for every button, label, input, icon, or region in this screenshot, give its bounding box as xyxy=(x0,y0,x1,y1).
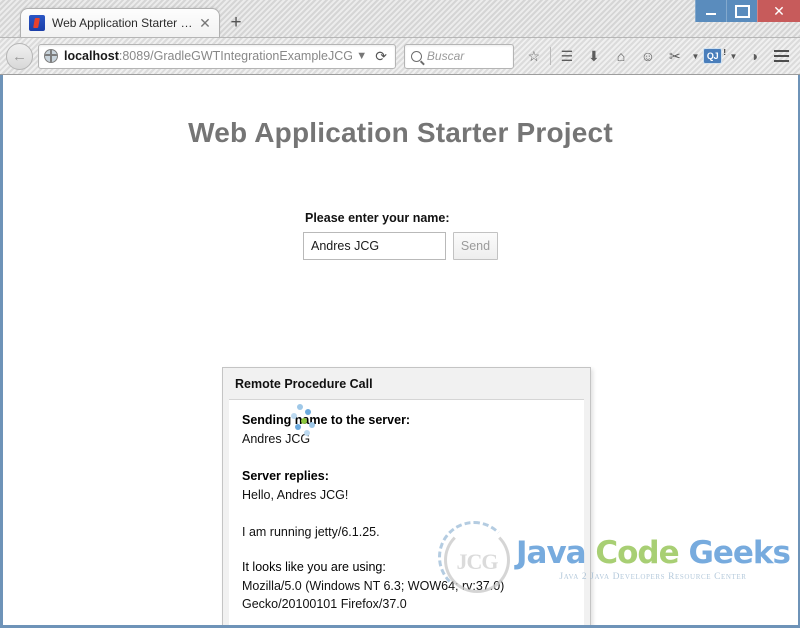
page-viewport: Web Application Starter Project Please e… xyxy=(3,75,798,625)
bookmark-star-icon[interactable]: ☆ xyxy=(521,43,547,69)
title-bar: Web Application Starter Pr... ✕ + ✕ xyxy=(0,0,800,38)
rpc-dialog: Remote Procedure Call Sending name to th… xyxy=(222,367,591,625)
reload-icon[interactable]: ⟳ xyxy=(371,48,391,65)
search-bar[interactable]: Buscar xyxy=(403,43,514,69)
jetty-version-line: I am running jetty/6.1.25. xyxy=(242,525,380,540)
browser-tab[interactable]: Web Application Starter Pr... ✕ xyxy=(20,8,220,37)
server-replies-value: Hello, Andres JCG! xyxy=(242,488,349,503)
window-close-button[interactable]: ✕ xyxy=(757,0,800,22)
jcg-word-code: Code xyxy=(595,535,679,571)
new-tab-button[interactable]: + xyxy=(220,8,252,37)
dialog-caption: Remote Procedure Call xyxy=(235,377,373,391)
hamburger-line xyxy=(773,55,789,57)
qj-badge-superscript: ! xyxy=(723,48,726,57)
name-input[interactable] xyxy=(303,232,446,260)
user-agent-heading: It looks like you are using: xyxy=(242,560,386,575)
qj-badge-label: QJ xyxy=(702,48,723,64)
jcg-word-geeks: Geeks xyxy=(688,535,791,571)
send-button[interactable]: Send xyxy=(453,232,498,260)
hamburger-menu-icon[interactable] xyxy=(768,43,794,69)
qj-extension-button[interactable]: QJ ! xyxy=(702,48,726,64)
url-text: localhost:8089/GradleGWTIntegrationExamp… xyxy=(64,49,352,63)
tab-close-icon[interactable]: ✕ xyxy=(197,16,213,30)
name-form-inner: Please enter your name: Send xyxy=(303,211,498,260)
flyswatter-icon[interactable]: ✂ xyxy=(662,43,688,69)
navigation-toolbar: ← localhost:8089/GradleGWTIntegrationExa… xyxy=(0,38,800,75)
browser-window: Web Application Starter Pr... ✕ + ✕ ← lo… xyxy=(0,0,800,628)
hamburger-line xyxy=(773,60,789,62)
ghostery-icon[interactable]: ◑ xyxy=(741,43,767,69)
address-bar[interactable]: localhost:8089/GradleGWTIntegrationExamp… xyxy=(38,43,396,69)
toolbar-icon-group: ☆ ☰ ⬇ ⌂ ☺ ✂ ▼ QJ ! ▼ ◑ xyxy=(521,43,794,69)
name-form: Please enter your name: Send xyxy=(3,211,798,260)
search-placeholder: Buscar xyxy=(426,49,465,63)
user-agent-line-1: Mozilla/5.0 (Windows NT 6.3; WOW64; rv:3… xyxy=(242,579,505,594)
hamburger-line xyxy=(773,50,789,52)
user-agent-line-2: Gecko/20100101 Firefox/37.0 xyxy=(242,597,407,612)
page-title: Web Application Starter Project xyxy=(188,117,613,148)
dialog-content: Sending name to the server: Andres JCG S… xyxy=(229,399,584,625)
chat-bubble-icon[interactable]: ☺ xyxy=(635,43,661,69)
downloads-icon[interactable]: ⬇ xyxy=(581,43,607,69)
url-host: localhost xyxy=(64,49,119,63)
search-icon xyxy=(410,50,422,62)
toolbar-divider xyxy=(549,47,551,65)
window-maximize-button[interactable] xyxy=(726,0,757,22)
chevron-down-icon[interactable]: ▼ xyxy=(352,50,371,62)
server-replies-heading: Server replies: xyxy=(242,469,329,484)
decorative-dots xyxy=(277,404,315,438)
url-path: :8089/GradleGWTIntegrationExampleJCG xyxy=(118,49,353,63)
qj-chevron-down-icon[interactable]: ▼ xyxy=(727,43,740,69)
home-icon[interactable]: ⌂ xyxy=(608,43,634,69)
flyswatter-chevron-down-icon[interactable]: ▼ xyxy=(689,43,702,69)
globe-icon xyxy=(44,49,58,63)
name-form-row: Send xyxy=(303,232,498,260)
tab-favicon-icon xyxy=(29,15,45,31)
name-field-label: Please enter your name: xyxy=(305,211,450,225)
reader-list-icon[interactable]: ☰ xyxy=(554,43,580,69)
tab-title: Web Application Starter Pr... xyxy=(52,16,197,30)
window-minimize-button[interactable] xyxy=(695,0,726,22)
back-button[interactable]: ← xyxy=(6,42,33,70)
window-controls: ✕ xyxy=(695,0,800,22)
